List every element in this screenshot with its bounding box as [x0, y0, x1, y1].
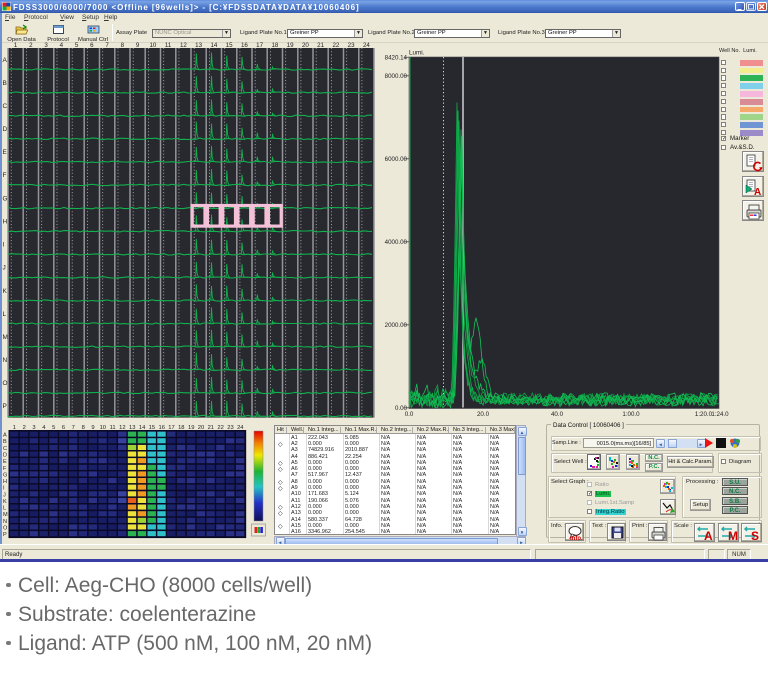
- svg-text:2000.00: 2000.00: [385, 322, 408, 329]
- svg-text:17: 17: [168, 425, 174, 431]
- svg-text:O: O: [3, 525, 8, 531]
- svg-text:0.0: 0.0: [405, 411, 414, 418]
- svg-text:F: F: [3, 466, 7, 472]
- svg-text:M: M: [3, 512, 8, 518]
- svg-text:8420.14: 8420.14: [385, 55, 408, 62]
- svg-text:G: G: [3, 472, 7, 478]
- svg-text:I: I: [3, 486, 5, 492]
- svg-text:A: A: [704, 529, 713, 543]
- svg-text:18: 18: [178, 425, 184, 431]
- svg-text:5: 5: [52, 425, 55, 431]
- svg-text:8000.00: 8000.00: [385, 73, 408, 80]
- svg-text:3: 3: [32, 425, 35, 431]
- svg-text:23: 23: [227, 425, 233, 431]
- svg-text:6: 6: [62, 425, 65, 431]
- svg-text:Lumi.: Lumi.: [409, 50, 425, 57]
- svg-text:16: 16: [158, 425, 164, 431]
- svg-text:9: 9: [91, 425, 94, 431]
- svg-text:N: N: [3, 519, 7, 525]
- svg-text:10: 10: [100, 425, 106, 431]
- svg-text:P: P: [3, 532, 7, 538]
- svg-text:J: J: [3, 492, 6, 498]
- svg-text:Info.: Info.: [570, 536, 583, 542]
- svg-text:C: C: [3, 446, 7, 452]
- svg-text:A: A: [754, 187, 761, 198]
- svg-text:D: D: [3, 453, 7, 459]
- svg-text:1: 1: [13, 425, 16, 431]
- svg-text:S: S: [751, 529, 759, 543]
- svg-text:40.0: 40.0: [551, 411, 564, 418]
- svg-text:22: 22: [217, 425, 223, 431]
- svg-text:1:24.0: 1:24.0: [711, 411, 729, 418]
- svg-text:20.0: 20.0: [477, 411, 490, 418]
- svg-text:20: 20: [198, 425, 204, 431]
- svg-text:L: L: [3, 506, 6, 512]
- svg-text:B: B: [3, 439, 7, 445]
- svg-text:4000.00: 4000.00: [385, 239, 408, 246]
- svg-text:K: K: [3, 499, 7, 505]
- svg-text:M: M: [728, 529, 738, 543]
- svg-text:7: 7: [72, 425, 75, 431]
- svg-text:A: A: [3, 433, 7, 439]
- svg-text:E: E: [3, 459, 7, 465]
- svg-text:15: 15: [149, 425, 155, 431]
- svg-text:21: 21: [208, 425, 214, 431]
- svg-text:11: 11: [110, 425, 116, 431]
- svg-text:14: 14: [139, 425, 146, 431]
- svg-text:8: 8: [82, 425, 85, 431]
- svg-text:2: 2: [23, 425, 26, 431]
- svg-text:H: H: [3, 479, 7, 485]
- svg-text:1:20.0: 1:20.0: [695, 411, 713, 418]
- svg-text:19: 19: [188, 425, 194, 431]
- svg-text:13: 13: [129, 425, 135, 431]
- svg-text:12: 12: [119, 425, 125, 431]
- svg-text:6000.00: 6000.00: [385, 156, 408, 163]
- svg-text:24: 24: [237, 425, 244, 431]
- svg-text:1:00.0: 1:00.0: [622, 411, 640, 418]
